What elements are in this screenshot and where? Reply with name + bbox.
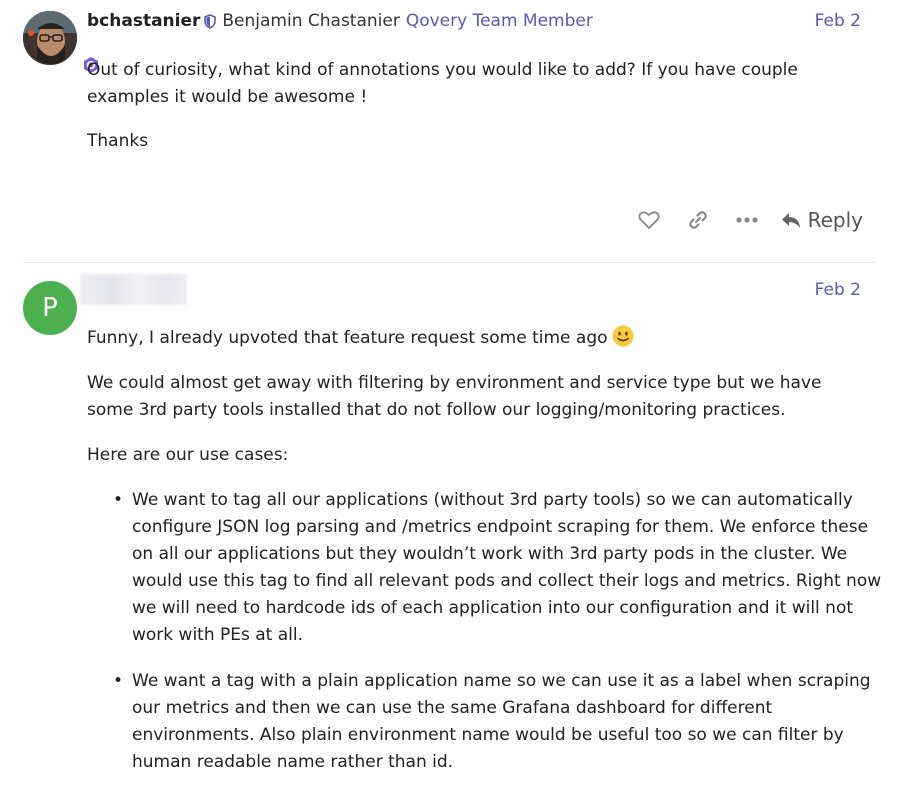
- username[interactable]: bchastanier: [87, 11, 200, 31]
- reply-icon: [781, 212, 801, 229]
- post-paragraph: Thanks: [87, 131, 149, 151]
- post-paragraph: Here are our use cases:: [87, 445, 289, 465]
- post-actions: Reply: [637, 205, 863, 235]
- slightly-smiling-face-icon: [612, 325, 634, 347]
- bullet-icon: •: [113, 671, 124, 691]
- post-date[interactable]: Feb 2: [815, 11, 861, 31]
- ellipsis-icon[interactable]: [735, 217, 759, 223]
- reply-label: Reply: [807, 208, 863, 232]
- list-item-text: We want a tag with a plain application n…: [132, 671, 871, 772]
- list-item-text: We want to tag all our applications (wit…: [132, 490, 882, 645]
- list-item: • We want to tag all our applications (w…: [87, 487, 882, 649]
- post-divider: [23, 262, 876, 263]
- post-paragraph: Out of curiosity, what kind of annotatio…: [87, 60, 798, 107]
- post-paragraph: We could almost get away with filtering …: [87, 373, 822, 420]
- user-title: Qovery Team Member: [405, 11, 593, 31]
- avatar-photo-icon: [23, 11, 77, 65]
- heart-icon[interactable]: [637, 210, 661, 230]
- post-paragraph: Funny, I already upvoted that feature re…: [87, 325, 877, 352]
- use-case-list: • We want to tag all our applications (w…: [87, 487, 881, 776]
- list-item: • We want a tag with a plain application…: [87, 668, 882, 776]
- username-redacted: [80, 274, 187, 305]
- avatar[interactable]: [23, 11, 103, 77]
- avatar[interactable]: P: [23, 281, 77, 335]
- post-date[interactable]: Feb 2: [815, 280, 861, 300]
- bullet-icon: •: [113, 490, 124, 510]
- link-icon[interactable]: [686, 209, 710, 231]
- post-intro: Funny, I already upvoted that feature re…: [87, 328, 608, 348]
- post-body: Out of curiosity, what kind of annotatio…: [87, 57, 877, 155]
- moderator-shield-icon: [204, 13, 217, 29]
- reply-button[interactable]: Reply: [781, 208, 863, 232]
- avatar-letter: P: [42, 293, 58, 323]
- full-name[interactable]: Benjamin Chastanier: [222, 11, 399, 31]
- post-body: Funny, I already upvoted that feature re…: [87, 325, 881, 795]
- post-meta: bchastanier Benjamin Chastanier Qovery T…: [87, 9, 593, 33]
